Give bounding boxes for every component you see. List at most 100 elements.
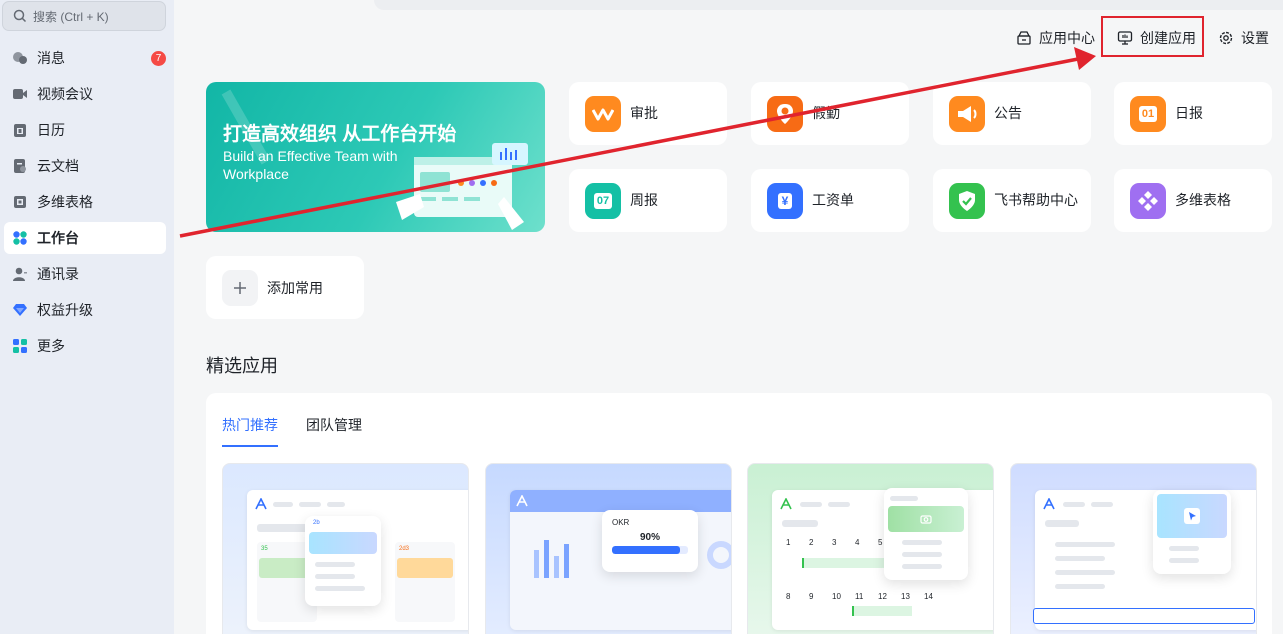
calendar-day: 9 — [809, 592, 814, 601]
weekly-report-icon: 07 — [585, 182, 621, 219]
featured-card[interactable]: 35 2d3 2b — [222, 463, 469, 634]
sidebar-item-messages[interactable]: 消息 7 — [4, 42, 166, 74]
camera-icon — [920, 515, 932, 524]
calendar-day: 11 — [855, 592, 864, 601]
search-icon — [13, 9, 27, 23]
app-tile-approval[interactable]: 审批 — [569, 82, 727, 145]
okr-value: 90% — [640, 532, 661, 543]
tile-label: 假勤 — [812, 105, 840, 121]
tile-label: 工资单 — [812, 192, 854, 208]
featured-apps-panel: 热门推荐 团队管理 35 2d3 2b OKR 90% 1 2 3 4 5 8 … — [206, 393, 1272, 634]
donut-thumbnail — [707, 541, 731, 569]
unread-badge: 7 — [151, 51, 166, 66]
calendar-day: 12 — [878, 592, 887, 601]
featured-tabs: 热门推荐 团队管理 — [222, 415, 390, 447]
sidebar-item-label: 工作台 — [37, 230, 79, 246]
app-logo-icon — [255, 498, 267, 510]
sidebar-item-label: 消息 — [37, 50, 65, 66]
app-center-link[interactable]: 应用中心 — [1016, 28, 1095, 48]
featured-card[interactable] — [1010, 463, 1257, 634]
table-icon — [12, 194, 28, 210]
sidebar-item-label: 视频会议 — [37, 86, 93, 102]
banner-title: 打造高效组织 从工作台开始 — [223, 124, 457, 145]
sidebar-item-label: 通讯录 — [37, 266, 79, 282]
calendar-day: 1 — [786, 538, 791, 547]
weekly-report-icon-text: 07 — [593, 192, 613, 209]
okr-float-panel: OKR 90% — [602, 510, 698, 572]
add-common-label: 添加常用 — [267, 279, 323, 296]
base-icon — [1130, 182, 1166, 219]
app-logo-icon — [780, 498, 792, 510]
tab-popular[interactable]: 热门推荐 — [222, 415, 278, 447]
sidebar-item-workplace[interactable]: 工作台 — [4, 222, 166, 254]
app-tile-base[interactable]: 多维表格 — [1114, 169, 1272, 232]
settings-button[interactable]: 设置 — [1218, 28, 1269, 48]
sidebar-item-video-meeting[interactable]: 视频会议 — [4, 78, 166, 110]
message-icon — [12, 50, 28, 66]
featured-card[interactable]: OKR 90% — [485, 463, 732, 634]
bar-chart-thumbnail — [534, 540, 569, 578]
calendar-day: 4 — [855, 538, 860, 547]
app-logo-icon — [516, 495, 528, 507]
calendar-day: 5 — [878, 538, 883, 547]
settings-label: 设置 — [1241, 30, 1269, 46]
card-float-panel: 2b — [305, 516, 381, 606]
calendar-day: 3 — [832, 538, 837, 547]
video-icon — [12, 86, 28, 102]
approval-icon — [585, 95, 621, 132]
payslip-icon-text: ¥ — [777, 192, 793, 209]
help-shield-icon — [949, 182, 985, 219]
contacts-icon — [12, 266, 28, 282]
banner-subtitle: Build an Effective Team with Workplace — [223, 148, 398, 182]
sidebar-item-label: 云文档 — [37, 158, 79, 174]
diamond-icon — [12, 302, 28, 318]
featured-card[interactable]: 1234567 891011121314 — [747, 463, 994, 634]
sidebar-item-label: 多维表格 — [37, 194, 93, 210]
sidebar-nav: 消息 7 视频会议 日历 云文档 多维表格 工作台 通讯录 权益升级 更多 — [0, 42, 174, 366]
calendar-day: 2 — [809, 538, 814, 547]
sidebar-item-docs[interactable]: 云文档 — [4, 150, 166, 182]
app-tile-weekly-report[interactable]: 07 周报 — [569, 169, 727, 232]
app-logo-icon — [1043, 498, 1055, 510]
tile-label: 飞书帮助中心 — [994, 192, 1078, 208]
daily-report-icon-text: 01 — [1138, 105, 1158, 122]
tag-label: 35 — [261, 546, 268, 552]
sidebar-item-contacts[interactable]: 通讯录 — [4, 258, 166, 290]
plus-icon — [222, 269, 258, 306]
calendar-day: 13 — [901, 592, 910, 601]
more-apps-icon — [12, 338, 28, 354]
calendar-day: 14 — [924, 592, 933, 601]
workplace-main: 应用中心 创建应用 设置 打造高效组织 从工作台开始 Build an Effe… — [174, 0, 1283, 634]
sidebar-item-more[interactable]: 更多 — [4, 330, 166, 362]
calendar-day: 10 — [832, 592, 841, 601]
sidebar-item-calendar[interactable]: 日历 — [4, 114, 166, 146]
app-tile-daily-report[interactable]: 01 日报 — [1114, 82, 1272, 145]
daily-report-icon: 01 — [1130, 95, 1166, 132]
card-float-panel — [1153, 490, 1231, 574]
gear-icon — [1219, 31, 1233, 45]
card-float-panel — [884, 488, 968, 580]
app-center-label: 应用中心 — [1039, 30, 1095, 46]
app-tile-attendance[interactable]: 假勤 — [751, 82, 909, 145]
search-placeholder: 搜索 (Ctrl + K) — [33, 9, 109, 24]
sidebar-item-base[interactable]: 多维表格 — [4, 186, 166, 218]
workplace-banner[interactable]: 打造高效组织 从工作台开始 Build an Effective Team wi… — [206, 82, 545, 232]
megaphone-icon — [949, 95, 985, 132]
app-tile-help-center[interactable]: 飞书帮助中心 — [933, 169, 1091, 232]
app-tile-announcement[interactable]: 公告 — [933, 82, 1091, 145]
search-input[interactable]: 搜索 (Ctrl + K) — [2, 1, 166, 31]
featured-apps-title: 精选应用 — [206, 356, 278, 376]
document-icon — [12, 158, 28, 174]
sidebar-item-upgrade[interactable]: 权益升级 — [4, 294, 166, 326]
store-icon — [1017, 31, 1031, 45]
cursor-icon — [1184, 508, 1200, 524]
tile-label: 周报 — [630, 192, 658, 208]
tab-team-management[interactable]: 团队管理 — [306, 415, 362, 447]
tile-label: 日报 — [1175, 105, 1203, 121]
tag-label: 2b — [313, 520, 320, 526]
tile-label: 审批 — [630, 105, 658, 121]
payslip-icon: ¥ — [767, 182, 803, 219]
sidebar-item-label: 日历 — [37, 122, 65, 138]
add-common-button[interactable]: 添加常用 — [206, 256, 364, 319]
app-tile-payslip[interactable]: ¥ 工资单 — [751, 169, 909, 232]
